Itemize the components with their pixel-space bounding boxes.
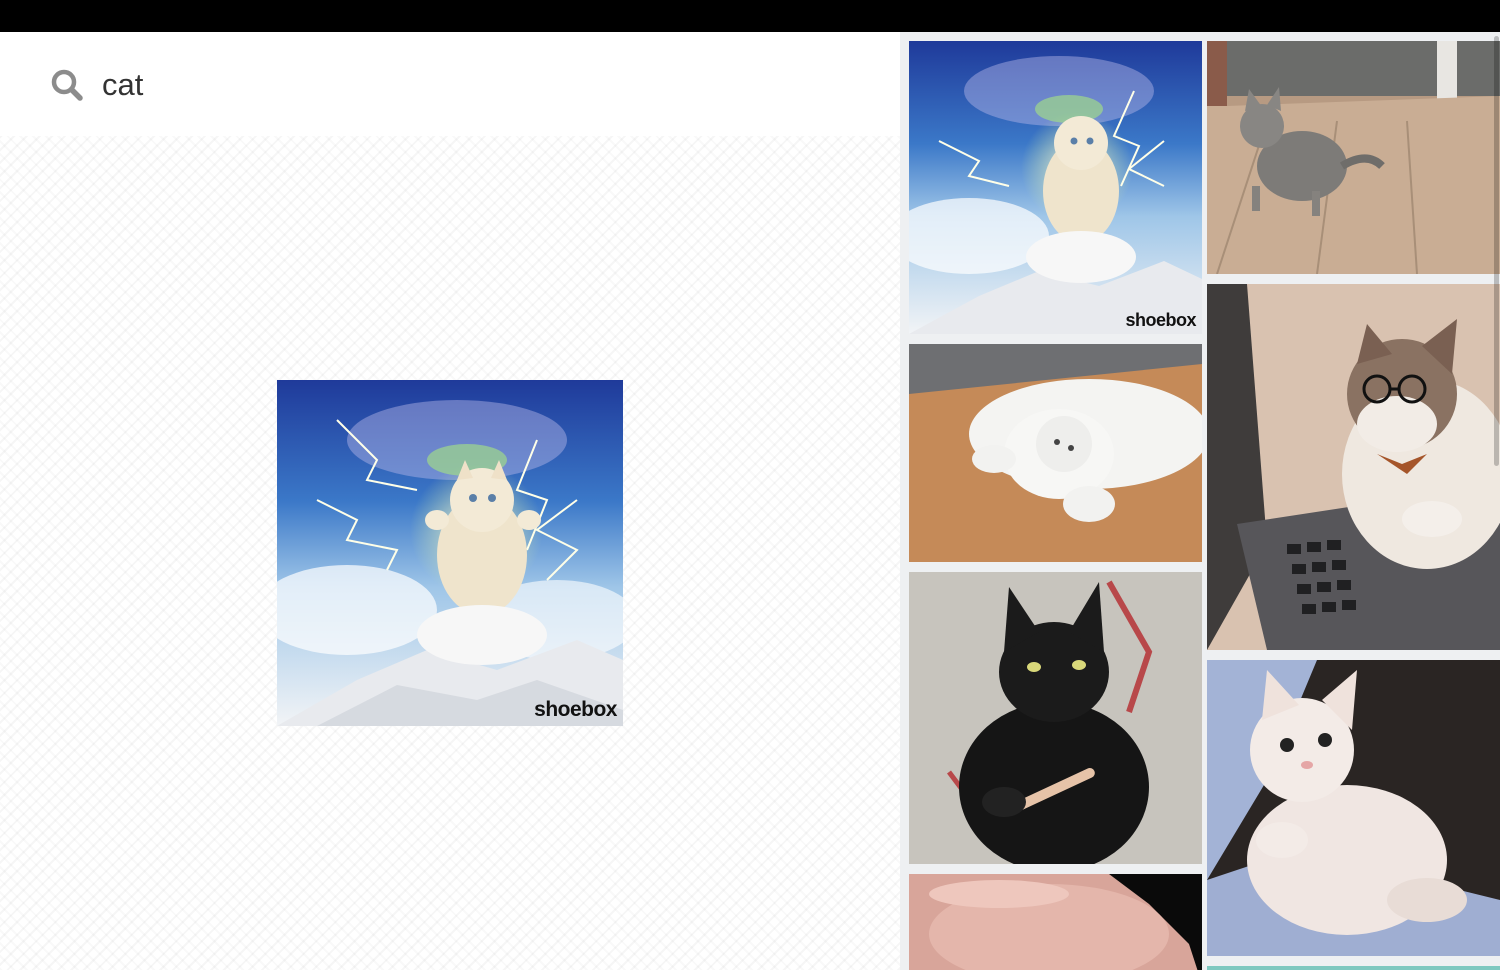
gif-results-grid: shoebox [900,32,1500,970]
gif-result-kitten-lying[interactable] [1207,660,1500,956]
tabby-kitten-thumbnail [1207,41,1500,274]
black-cat-thumbnail [909,572,1202,864]
lightning-cat-image [277,380,623,726]
gif-result-next-teal[interactable] [1207,966,1500,970]
search-icon[interactable] [50,68,84,102]
gif-preview-area: shoebox [0,136,900,970]
kitten-lying-thumbnail [1207,660,1500,956]
gif-result-pink-blob[interactable] [909,874,1202,970]
preview-watermark: shoebox [534,698,617,721]
cat-laptop-thumbnail [1207,284,1500,650]
scrollbar-thumb[interactable] [1494,36,1499,466]
gif-result-tabby-kitten[interactable] [1207,41,1500,274]
gif-result-white-cat-rolling[interactable] [909,344,1202,562]
main-panel: shoebox [0,32,900,970]
top-bar [0,0,1500,32]
gif-result-cat-glasses-laptop[interactable] [1207,284,1500,650]
lightning-cat-thumbnail [909,41,1202,334]
pink-blob-thumbnail [909,874,1202,970]
gif-result-black-cat-nail-file[interactable] [909,572,1202,864]
search-bar [0,32,900,136]
gif-result-lightning-cat[interactable]: shoebox [909,41,1202,334]
white-cat-thumbnail [909,344,1202,562]
results-scrollbar[interactable] [1492,32,1500,970]
selected-gif-preview[interactable]: shoebox [277,380,623,726]
search-input[interactable] [102,62,802,108]
thumbnail-watermark: shoebox [1125,310,1196,330]
